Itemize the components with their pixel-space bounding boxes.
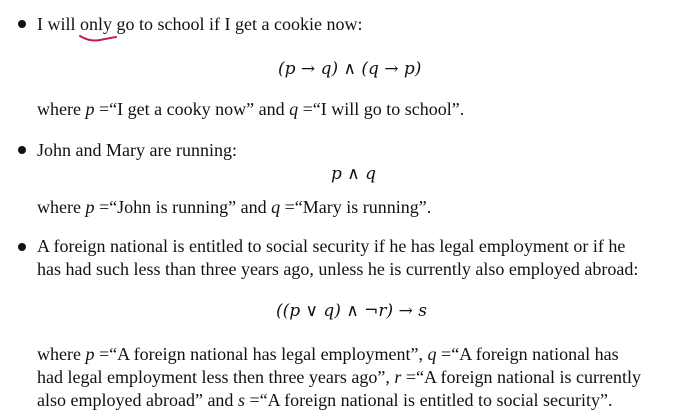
item2-definition: where p =“John is running” and q =“Mary … <box>37 197 432 217</box>
underlined-word: only <box>79 13 117 42</box>
item1-statement: I will only go to school if I get a cook… <box>37 13 362 42</box>
item1-definition: where p =“I get a cooky now” and q =“I w… <box>37 99 465 119</box>
item2-formula: p ∧ q <box>331 164 377 184</box>
item3-statement-line2: has had such less than three years ago, … <box>37 259 639 279</box>
bullet-3 <box>18 243 26 251</box>
item3-definition-line3: also employed abroad” and s =“A foreign … <box>37 390 613 410</box>
item3-statement-line1: A foreign national is entitled to social… <box>37 236 626 256</box>
bullet-1 <box>18 20 26 28</box>
underline-annotation <box>79 35 117 42</box>
item3-definition-line2: had legal employment less then three yea… <box>37 367 641 387</box>
item2-statement: John and Mary are running: <box>37 140 237 160</box>
bullet-2 <box>18 146 26 154</box>
item1-formula: (p → q) ∧ (q → p) <box>278 59 422 79</box>
item3-definition-line1: where p =“A foreign national has legal e… <box>37 344 619 364</box>
item3-formula: ((p ∨ q) ∧ ¬r) → s <box>276 301 427 321</box>
